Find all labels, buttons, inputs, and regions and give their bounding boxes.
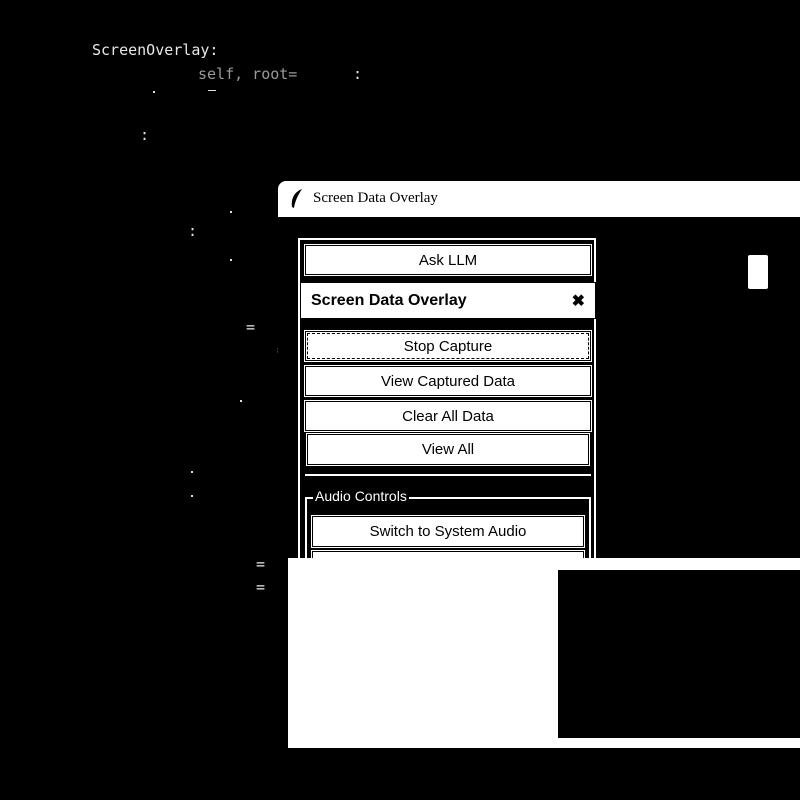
code-line-init-colon: : xyxy=(353,65,363,83)
close-icon[interactable]: ✖ xyxy=(572,291,585,311)
code-eq-f: = xyxy=(256,578,266,596)
panel-header: Screen Data Overlay ✖ xyxy=(300,282,596,319)
code-colon-b: : xyxy=(188,222,198,240)
dark-preview-area xyxy=(558,570,800,738)
switch-system-audio-button[interactable]: Switch to System Audio xyxy=(312,516,584,547)
view-captured-data-button[interactable]: View Captured Data xyxy=(305,366,591,396)
code-dot xyxy=(191,471,193,473)
code-line-class: ScreenOverlay: xyxy=(92,41,219,59)
divider xyxy=(305,474,591,476)
code-underscore xyxy=(208,90,216,91)
code-dot xyxy=(230,211,232,213)
code-eq-b: = xyxy=(246,318,256,336)
code-dot xyxy=(191,495,193,497)
stop-capture-button[interactable]: Stop Capture xyxy=(305,331,591,361)
scrollbar-thumb[interactable] xyxy=(748,255,768,289)
code-eq-e: = xyxy=(256,555,266,573)
panel-title: Screen Data Overlay xyxy=(311,291,467,309)
code-dot xyxy=(153,91,155,93)
code-dot xyxy=(240,400,242,402)
code-dot xyxy=(230,259,232,261)
feather-icon xyxy=(290,189,304,209)
clear-all-data-button[interactable]: Clear All Data xyxy=(305,401,591,431)
lower-overlay-area xyxy=(288,558,800,748)
code-colon-a: : xyxy=(140,126,150,144)
audio-controls-label: Audio Controls xyxy=(313,488,409,504)
window-titlebar[interactable]: Screen Data Overlay xyxy=(278,181,800,217)
window-title: Screen Data Overlay xyxy=(313,190,438,206)
view-all-button[interactable]: View All xyxy=(307,434,589,465)
ask-llm-button[interactable]: Ask LLM xyxy=(305,245,591,275)
code-line-init: self, root= xyxy=(198,65,298,83)
